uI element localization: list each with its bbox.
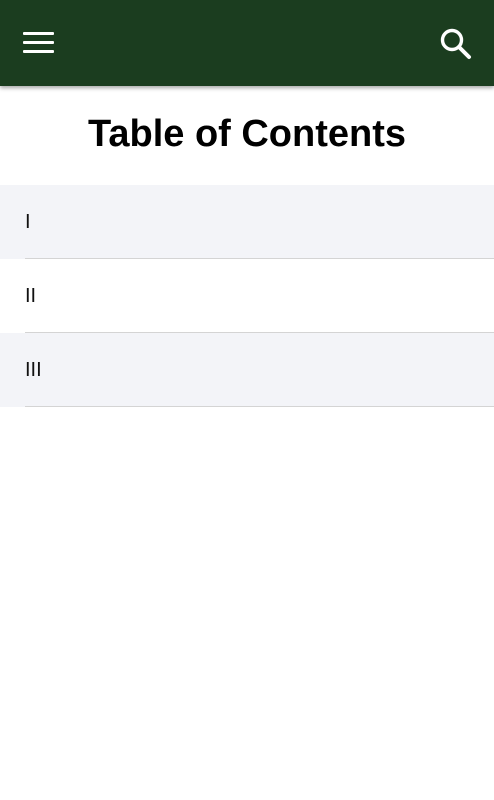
toc-item-iii[interactable]: III	[0, 333, 494, 407]
search-icon	[440, 28, 471, 59]
toc-item-ii[interactable]: II	[0, 259, 494, 333]
app-screen: Table of Contents I II III	[0, 0, 494, 800]
toc-item-label: II	[25, 285, 37, 307]
toc-item-label: I	[25, 211, 31, 233]
search-button[interactable]	[434, 22, 478, 64]
top-app-bar	[0, 0, 494, 86]
toc-list: I II III	[0, 185, 494, 407]
toc-item-label: III	[25, 359, 42, 381]
page-title: Table of Contents	[87, 113, 407, 155]
menu-button[interactable]	[16, 22, 60, 64]
divider	[25, 406, 494, 407]
toc-item-i[interactable]: I	[0, 185, 494, 259]
